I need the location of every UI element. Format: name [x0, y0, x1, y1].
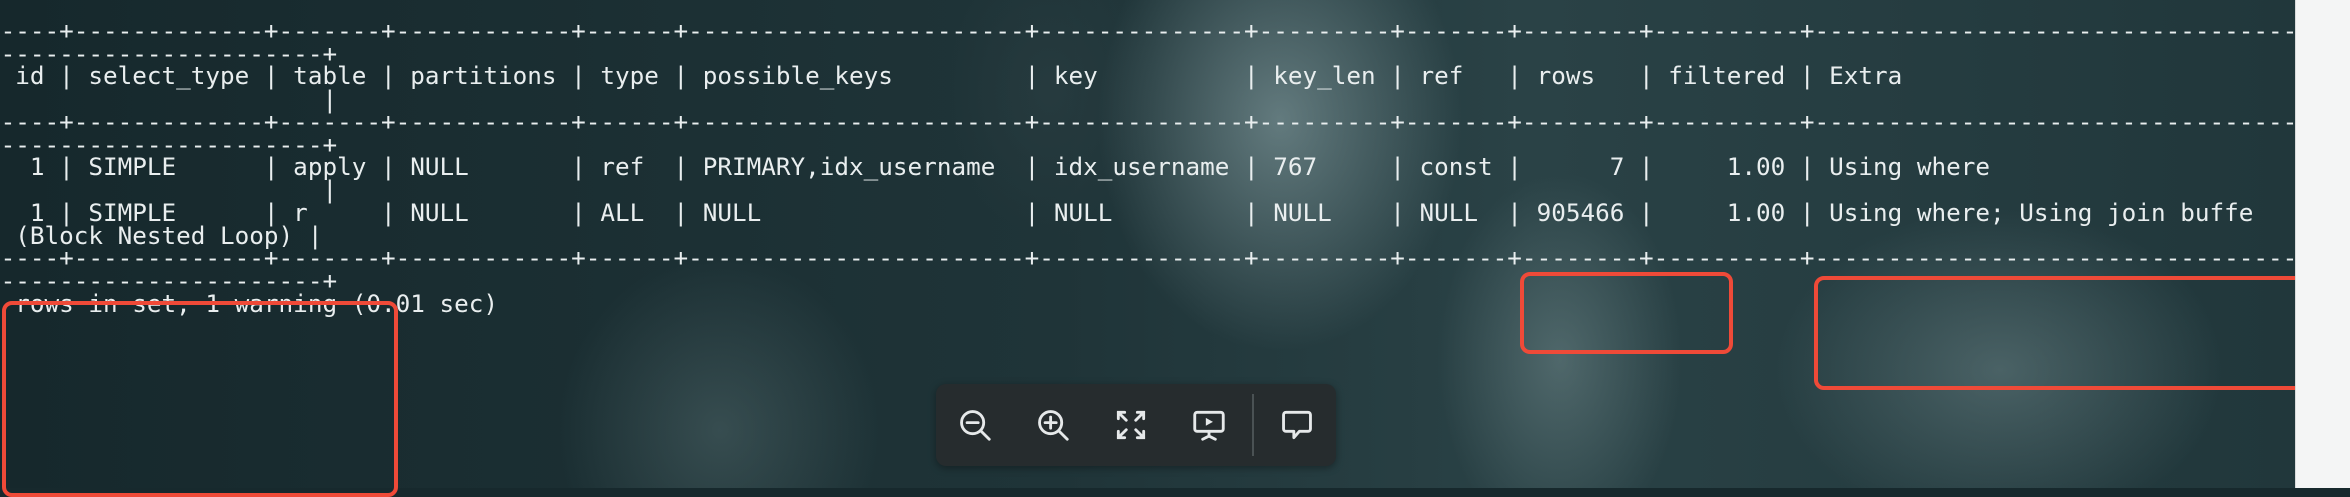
fullscreen-icon [1116, 410, 1146, 440]
presentation-icon [1193, 410, 1225, 441]
zoom-in-button[interactable] [1014, 384, 1092, 466]
table-border-line: +----+-------------+-------+------------… [0, 16, 2296, 45]
table-border-line: +----+-------------+-------+------------… [0, 243, 2296, 272]
presentation-button[interactable] [1170, 384, 1248, 466]
comment-button[interactable] [1258, 384, 1336, 466]
table-border-line: +----+-------------+-------+------------… [0, 107, 2296, 136]
highlight-box-rows [1520, 272, 1733, 354]
comment-icon [1282, 410, 1312, 440]
table-row-r: | 1 | SIMPLE | r | NULL | ALL | NULL | N… [0, 198, 2254, 227]
highlight-box-extra [1814, 276, 2314, 390]
zoom-out-button[interactable] [936, 384, 1014, 466]
toolbar-separator [1252, 394, 1255, 456]
zoom-out-icon [960, 410, 991, 441]
highlight-box-table-r [2, 301, 398, 497]
image-viewer-toolbar [936, 384, 1336, 466]
fullscreen-button[interactable] [1092, 384, 1170, 466]
zoom-in-icon [1038, 410, 1069, 441]
scrollbar[interactable] [2295, 0, 2350, 488]
